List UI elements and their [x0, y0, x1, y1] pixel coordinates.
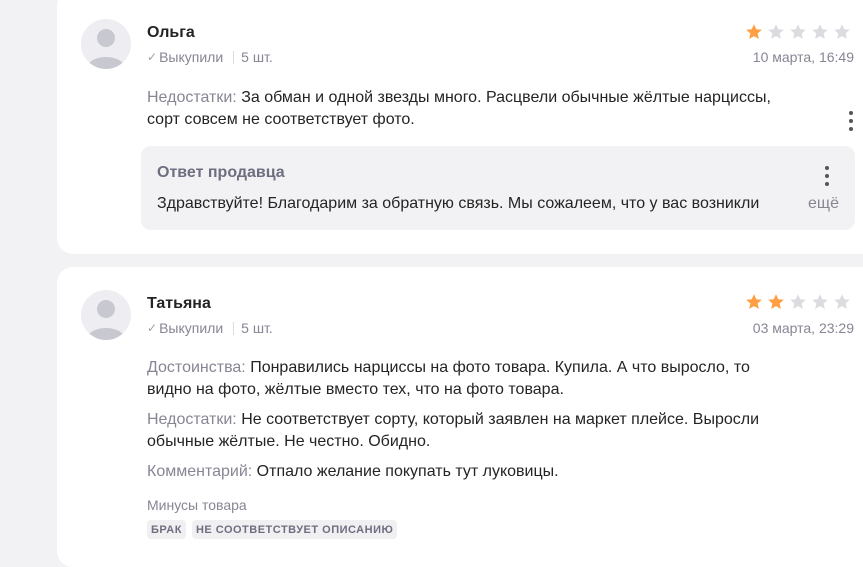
star-filled-icon [768, 294, 784, 309]
field-label: Недостатки: [147, 89, 237, 106]
field-text: Отпало желание покупать тут луковицы. [256, 463, 559, 480]
checkmark-icon: ✓ [147, 321, 158, 335]
field-text: обычные жёлтые. Не честно. Обидно. [147, 433, 431, 450]
rating-stars [745, 23, 851, 41]
star-empty-icon [768, 24, 784, 39]
author-name: Ольга [147, 24, 195, 41]
checkmark-icon: ✓ [147, 50, 158, 64]
verified-label: Выкупили [159, 320, 224, 336]
avatar-placeholder-icon [86, 300, 126, 340]
field-text: видно на фото, жёлтые вместо тех, что на… [147, 381, 564, 398]
author-name: Татьяна [147, 295, 211, 312]
avatar [81, 290, 131, 340]
divider [233, 50, 235, 64]
star-empty-icon [834, 294, 850, 309]
avatar-placeholder-icon [86, 29, 126, 69]
seller-reply-title: Ответ продавца [157, 164, 285, 181]
review-meta: ✓ Выкупили 5 шт. [147, 49, 273, 65]
star-empty-icon [812, 24, 828, 39]
field-text: Не соответствует сорту, который заявлен … [241, 411, 760, 428]
seller-reply: Ответ продавца Здравствуйте! Благодарим … [141, 146, 855, 230]
cons-tags: БРАК НЕ СООТВЕТСТВУЕТ ОПИСАНИЮ [147, 520, 398, 539]
review-meta: ✓ Выкупили 5 шт. [147, 320, 273, 336]
avatar [81, 19, 131, 69]
seller-reply-text: Здравствуйте! Благодарим за обратную свя… [157, 195, 760, 212]
field-label: Недостатки: [147, 411, 237, 428]
verified-label: Выкупили [159, 49, 224, 65]
star-empty-icon [812, 294, 828, 309]
quantity-label: 5 шт. [241, 320, 273, 336]
star-filled-icon [746, 24, 762, 39]
review-card: Татьяна ✓ Выкупили 5 шт. 03 марта, 23:29… [57, 267, 863, 567]
cons-tag[interactable]: БРАК [147, 520, 186, 539]
field-text: Понравились нарциссы на фото товара. Куп… [250, 359, 750, 376]
review-field-cons: Недостатки: Не соответствует сорту, кото… [147, 409, 807, 453]
divider [233, 321, 235, 335]
review-field-comment: Комментарий: Отпало желание покупать тут… [147, 461, 807, 483]
more-vertical-icon[interactable] [847, 111, 855, 131]
quantity-label: 5 шт. [241, 49, 273, 65]
review-date: 10 марта, 16:49 [752, 49, 854, 65]
review-card: Ольга ✓ Выкупили 5 шт. 10 марта, 16:49 Н… [57, 0, 863, 254]
star-filled-icon [746, 294, 762, 309]
more-vertical-icon[interactable] [823, 166, 831, 186]
review-field-pros: Достоинства: Понравились нарциссы на фот… [147, 357, 807, 401]
review-field-cons: Недостатки: За обман и одной звезды мног… [147, 87, 807, 131]
cons-title: Минусы товара [147, 497, 247, 513]
field-text: сорт совсем не соответствует фото. [147, 111, 415, 128]
review-date: 03 марта, 23:29 [752, 320, 854, 336]
field-label: Достоинства: [147, 359, 246, 376]
show-more-link[interactable]: ещё [808, 195, 839, 213]
field-label: Комментарий: [147, 463, 253, 480]
rating-stars [745, 293, 851, 311]
star-empty-icon [834, 24, 850, 39]
star-empty-icon [790, 294, 806, 309]
star-empty-icon [790, 24, 806, 39]
field-text: За обман и одной звезды много. Расцвели … [241, 89, 771, 106]
cons-tag[interactable]: НЕ СООТВЕТСТВУЕТ ОПИСАНИЮ [191, 520, 398, 539]
